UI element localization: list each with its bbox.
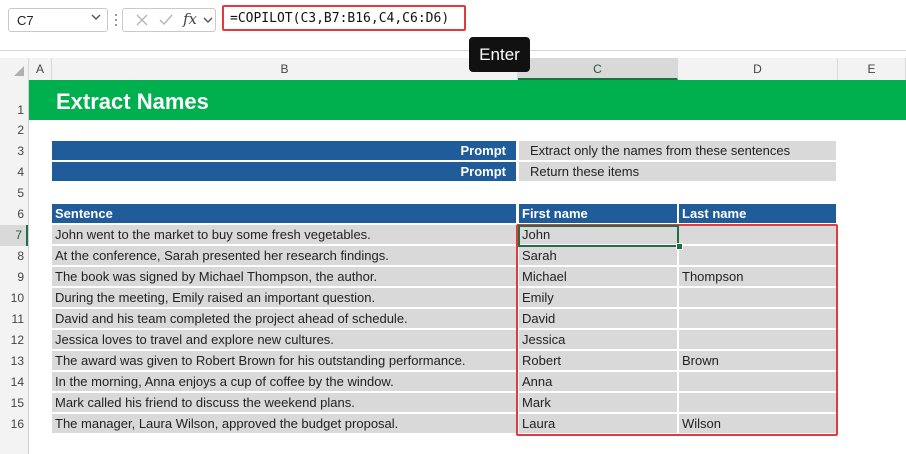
row-header[interactable]: 12: [0, 330, 28, 351]
sentence-cell[interactable]: The book was signed by Michael Thompson,…: [52, 267, 516, 286]
function-icon[interactable]: fx: [183, 10, 197, 28]
row-header[interactable]: 9: [0, 267, 28, 288]
sentence-cell[interactable]: Jessica loves to travel and explore new …: [52, 330, 516, 349]
column-header-b[interactable]: B: [52, 58, 518, 80]
select-all-icon: [14, 66, 24, 76]
prompt-label[interactable]: Prompt: [52, 162, 516, 181]
sentence-cell[interactable]: David and his team completed the project…: [52, 309, 516, 328]
spill-highlight-frame: [516, 224, 838, 436]
header-sentence[interactable]: Sentence: [52, 204, 516, 223]
active-cell-cursor: [518, 225, 679, 247]
column-header-a[interactable]: A: [29, 58, 52, 80]
sentence-cell[interactable]: During the meeting, Emily raised an impo…: [52, 288, 516, 307]
prompt-value[interactable]: Return these items: [519, 162, 836, 181]
formula-bar: C7 fx =COPILOT(C3,B7:B16,C4,C6:D6): [0, 0, 906, 51]
sentence-cell[interactable]: At the conference, Sarah presented her r…: [52, 246, 516, 265]
sentence-cell[interactable]: John went to the market to buy some fres…: [52, 225, 516, 244]
row-header[interactable]: 11: [0, 309, 28, 330]
row-header[interactable]: 14: [0, 372, 28, 393]
cancel-x-icon[interactable]: [135, 13, 149, 27]
row-header[interactable]: 15: [0, 393, 28, 414]
fill-handle[interactable]: [676, 243, 683, 250]
formula-controls: fx: [122, 8, 216, 32]
sentence-cell[interactable]: In the morning, Anna enjoys a cup of cof…: [52, 372, 516, 391]
select-all-button[interactable]: [0, 58, 29, 80]
row-header-bar: 1 2 3 4 5 6 7 8 9 10 11 12 13 14 15 16: [0, 80, 29, 454]
sentence-cell[interactable]: Mark called his friend to discuss the we…: [52, 393, 516, 412]
sentence-cell[interactable]: The manager, Laura Wilson, approved the …: [52, 414, 516, 433]
enter-tooltip: Enter: [469, 37, 530, 72]
sheet-title: Extract Names: [56, 89, 209, 114]
row-header[interactable]: 7: [0, 225, 28, 246]
row-header[interactable]: 4: [0, 162, 28, 183]
sentence-cell[interactable]: The award was given to Robert Brown for …: [52, 351, 516, 370]
column-header-bar: A B C D E: [0, 58, 906, 81]
header-last-name[interactable]: Last name: [679, 204, 836, 223]
column-header-d[interactable]: D: [678, 58, 838, 80]
column-header-c[interactable]: C: [518, 58, 678, 80]
formula-text: =COPILOT(C3,B7:B16,C4,C6:D6): [230, 11, 450, 26]
name-box-value: C7: [17, 13, 34, 28]
row-header[interactable]: 1: [0, 80, 28, 120]
row-header[interactable]: 10: [0, 288, 28, 309]
formula-input[interactable]: =COPILOT(C3,B7:B16,C4,C6:D6): [222, 5, 466, 31]
chevron-down-icon[interactable]: [91, 12, 101, 22]
row-header[interactable]: 13: [0, 351, 28, 372]
chevron-down-icon[interactable]: [203, 15, 213, 25]
more-dots-icon[interactable]: [114, 12, 118, 28]
name-box[interactable]: C7: [8, 8, 108, 32]
prompt-label[interactable]: Prompt: [52, 141, 516, 160]
row-header[interactable]: 6: [0, 204, 28, 225]
column-header-e[interactable]: E: [838, 58, 906, 80]
row-header[interactable]: 3: [0, 141, 28, 162]
row-header[interactable]: 16: [0, 414, 28, 435]
row-header[interactable]: 8: [0, 246, 28, 267]
check-icon[interactable]: [159, 13, 173, 27]
prompt-value[interactable]: Extract only the names from these senten…: [519, 141, 836, 160]
header-first-name[interactable]: First name: [519, 204, 677, 223]
row-header[interactable]: 5: [0, 183, 28, 204]
row-header[interactable]: 2: [0, 120, 28, 141]
